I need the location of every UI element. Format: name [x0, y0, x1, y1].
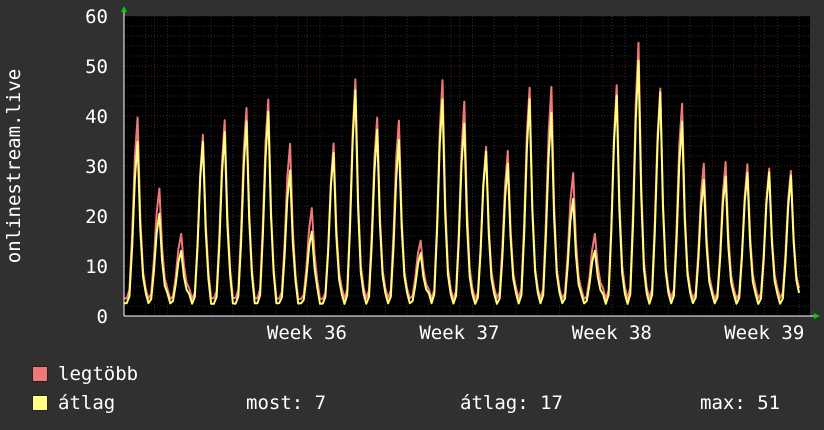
stat-max: max: 51 [700, 392, 781, 414]
x-tick-label: Week 36 [267, 322, 347, 344]
stat-average: átlag: 17 [460, 392, 563, 414]
y-tick-label: 10 [85, 256, 108, 278]
x-tick-label: Week 39 [724, 322, 804, 344]
chart: 0 10 20 30 40 50 60 Week 36 Week 37 Week 38 Week 3… [0, 0, 824, 430]
y-tick-label: 20 [85, 206, 108, 228]
x-axis-arrow [814, 313, 820, 319]
legend-label-avg: átlag [58, 392, 116, 414]
y-tick-label: 30 [85, 156, 108, 178]
y-axis-label: onlinestream.live [3, 69, 25, 263]
stat-now: most: 7 [246, 392, 327, 414]
legend-swatch-avg [32, 395, 48, 411]
y-tick-label: 40 [85, 106, 108, 128]
legend-item-max: legtöbb [32, 363, 138, 385]
y-axis-arrow [121, 6, 127, 12]
y-tick-label: 0 [97, 306, 108, 328]
legend-label-max: legtöbb [58, 363, 139, 385]
x-tick-label: Week 37 [419, 322, 499, 344]
legend-swatch-max [32, 366, 48, 382]
y-tick-label: 60 [85, 6, 108, 28]
x-tick-label: Week 38 [572, 322, 652, 344]
legend-item-avg: átlag [32, 392, 115, 414]
y-tick-label: 50 [85, 56, 108, 78]
